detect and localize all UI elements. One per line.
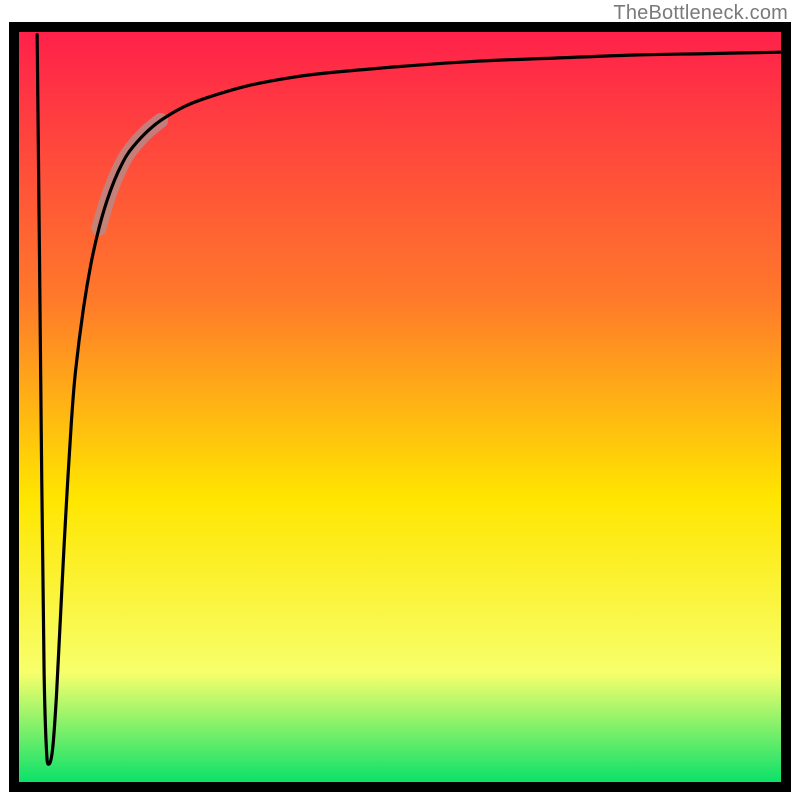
bottleneck-chart (0, 0, 800, 800)
attribution-text: TheBottleneck.com (613, 2, 788, 25)
